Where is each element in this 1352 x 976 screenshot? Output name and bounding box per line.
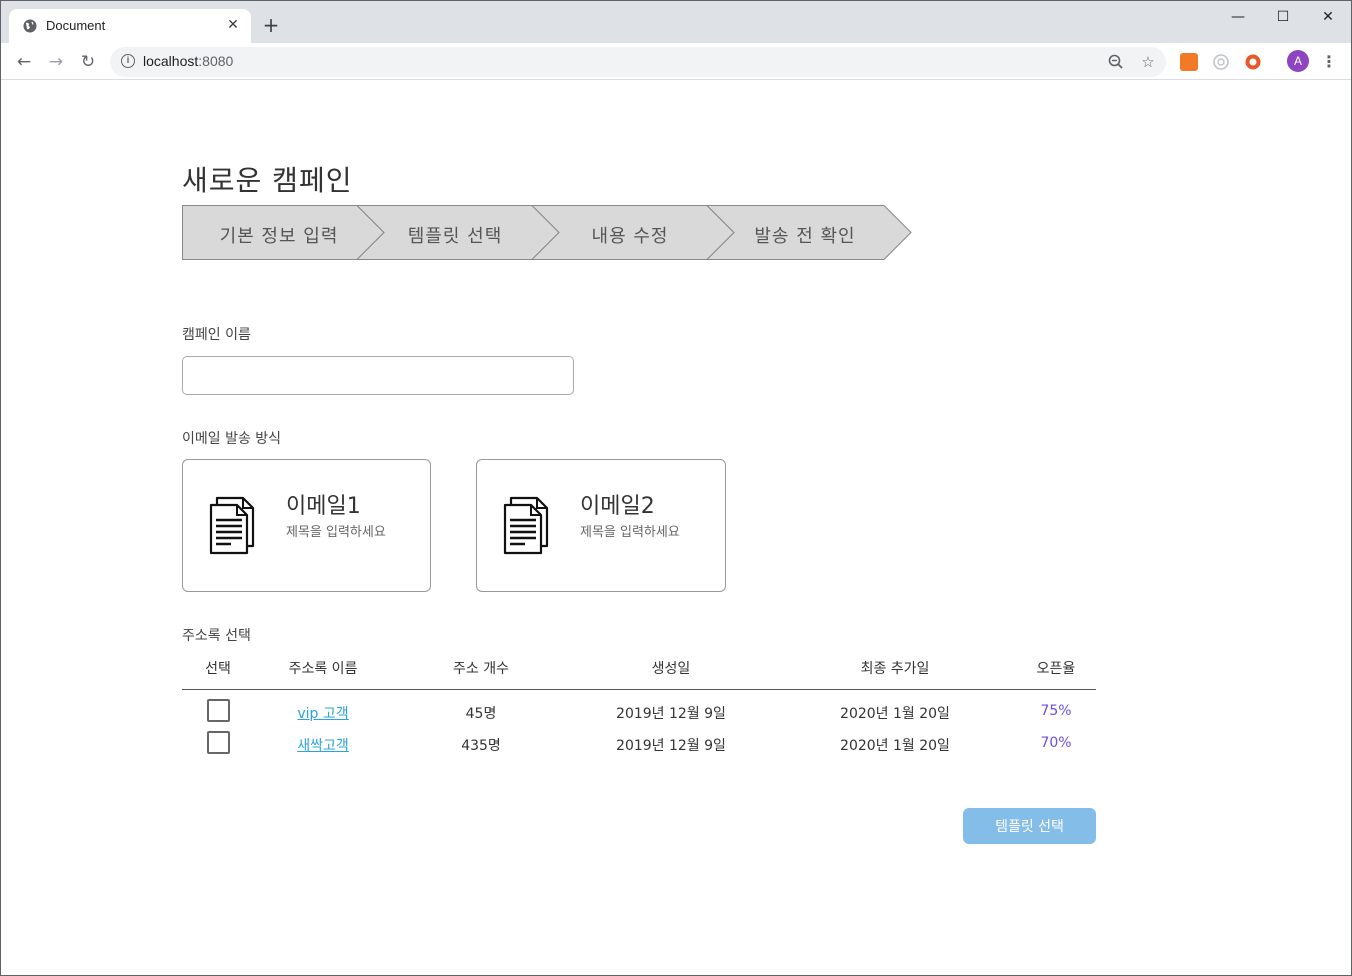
page-title: 새로운 캠페인 (182, 164, 353, 197)
created-date: 2019년 12월 9일 (616, 738, 726, 754)
address-book-name-link[interactable]: vip 고객 (263, 703, 383, 723)
browser-menu-icon[interactable]: ⋮ (1321, 52, 1337, 72)
extension-circle-icon[interactable] (1212, 53, 1230, 71)
address-book-name-link[interactable]: 새싹고객 (263, 735, 383, 755)
campaign-name-input[interactable] (182, 356, 574, 395)
step-2-label[interactable]: 템플릿 선택 (370, 222, 540, 248)
new-tab-icon[interactable]: + (261, 15, 281, 35)
send-method-label: 이메일 발송 방식 (182, 431, 282, 447)
zoom-icon[interactable] (1106, 52, 1126, 72)
step-4-label[interactable]: 발송 전 확인 (720, 222, 890, 248)
address-book-label: 주소록 선택 (182, 628, 251, 644)
created-date: 2019년 12월 9일 (616, 706, 726, 722)
extension-ex-icon[interactable] (1180, 53, 1198, 71)
table-divider (182, 689, 1096, 690)
col-header-count: 주소 개수 (453, 661, 509, 677)
row-checkbox[interactable] (207, 731, 230, 754)
email-option-subtitle: 제목을 입력하세요 (580, 525, 680, 540)
extension-orange-icon[interactable] (1244, 53, 1262, 71)
maximize-icon[interactable]: ☐ (1260, 5, 1306, 29)
window-close-icon[interactable]: ✕ (1305, 5, 1351, 29)
step-progress: 기본 정보 입력 템플릿 선택 내용 수정 발송 전 확인 (182, 205, 922, 261)
select-template-button[interactable]: 템플릿 선택 (963, 808, 1096, 844)
tab-close-icon[interactable]: ✕ (225, 17, 241, 33)
open-rate: 70% (1040, 735, 1072, 751)
email-option-1[interactable]: 이메일1 제목을 입력하세요 (182, 459, 431, 592)
bookmark-star-icon[interactable]: ☆ (1138, 52, 1158, 72)
address-bar[interactable]: i localhost:8080 ☆ (110, 47, 1166, 77)
last-added-date: 2020년 1월 20일 (840, 738, 950, 754)
step-3-label[interactable]: 내용 수정 (545, 222, 715, 248)
last-added-date: 2020년 1월 20일 (840, 706, 950, 722)
email-option-title: 이메일2 (580, 494, 655, 519)
open-rate: 75% (1040, 703, 1072, 719)
browser-window: Document ✕ + — ☐ ✕ ← → ↻ i localhost:808… (0, 0, 1352, 976)
site-info-icon[interactable]: i (121, 54, 135, 68)
url-port: :8080 (198, 53, 234, 69)
tab-strip: Document ✕ + — ☐ ✕ (1, 1, 1351, 43)
globe-icon (23, 19, 37, 33)
col-header-last-added: 최종 추가일 (860, 661, 930, 677)
document-icon (503, 496, 549, 555)
back-icon[interactable]: ← (12, 50, 36, 74)
url-text: localhost:8080 (143, 53, 233, 69)
address-count: 435명 (461, 738, 501, 754)
browser-tab[interactable]: Document ✕ (9, 9, 251, 43)
email-option-subtitle: 제목을 입력하세요 (286, 525, 386, 540)
document-icon (209, 496, 255, 555)
col-header-select: 선택 (205, 661, 231, 677)
url-host: localhost (143, 53, 199, 69)
tab-title: Document (46, 18, 106, 33)
col-header-created: 생성일 (651, 661, 691, 677)
campaign-name-label: 캠페인 이름 (182, 327, 251, 343)
col-header-name: 주소록 이름 (288, 661, 358, 677)
email-option-title: 이메일1 (286, 494, 361, 519)
email-option-2[interactable]: 이메일2 제목을 입력하세요 (476, 459, 726, 592)
browser-toolbar: ← → ↻ i localhost:8080 ☆ A ⋮ (1, 43, 1351, 80)
step-1-label[interactable]: 기본 정보 입력 (194, 222, 364, 248)
forward-icon[interactable]: → (44, 50, 68, 74)
col-header-open-rate: 오픈율 (1036, 661, 1076, 677)
minimize-icon[interactable]: — (1215, 5, 1261, 29)
address-count: 45명 (465, 706, 497, 722)
reload-icon[interactable]: ↻ (76, 50, 100, 74)
profile-avatar[interactable]: A (1287, 50, 1309, 72)
row-checkbox[interactable] (207, 699, 230, 722)
